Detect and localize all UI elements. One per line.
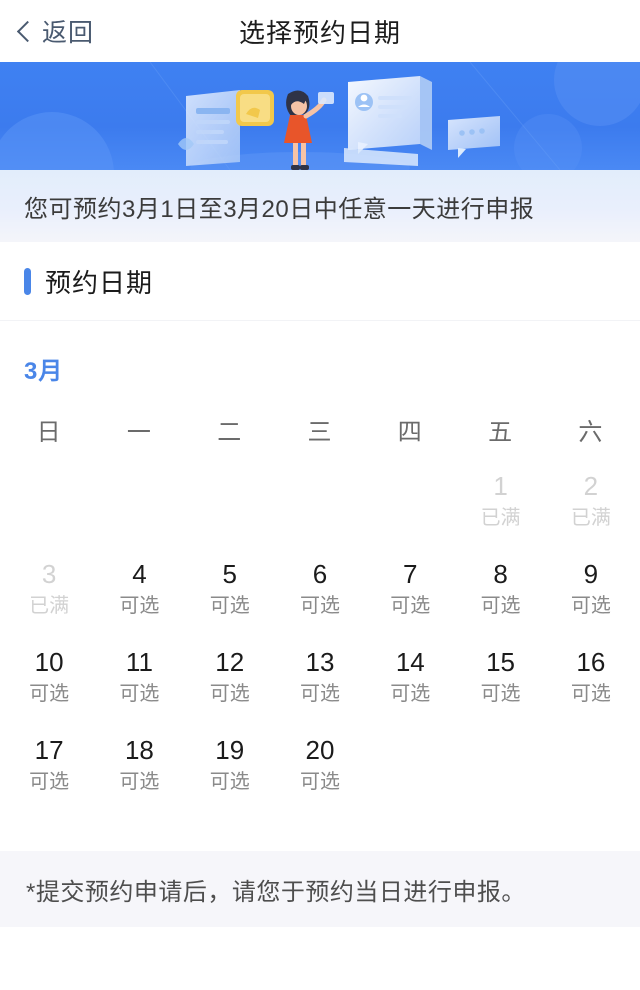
calendar-day-number: 20	[305, 734, 335, 765]
weekday-header-0: 日	[36, 419, 62, 446]
calendar-day-12[interactable]: 12 可选	[185, 633, 275, 721]
banner-illustration	[0, 62, 640, 170]
calendar-day-number: 1	[493, 470, 508, 501]
calendar-day-15[interactable]: 15 可选	[455, 633, 545, 721]
calendar-day-status: 可选	[119, 683, 160, 706]
calendar-day-number: 14	[395, 646, 425, 677]
back-button-label: 返回	[42, 19, 95, 47]
calendar-day-status: 可选	[299, 595, 340, 618]
back-button[interactable]: 返回	[16, 0, 95, 62]
weekday-header-5: 五	[488, 419, 514, 446]
calendar-day-11[interactable]: 11 可选	[94, 633, 184, 721]
calendar-day-status: 已满	[29, 595, 70, 618]
calendar-day-number: 8	[493, 558, 508, 589]
calendar-day-status: 可选	[390, 595, 431, 618]
calendar-day-number: 15	[486, 646, 516, 677]
month-label: 3月	[24, 358, 64, 385]
chevron-left-icon	[16, 20, 39, 42]
calendar-day-number: 11	[125, 646, 153, 677]
calendar-day-grid: 1 已满 2 已满 3 已满 4 可选 5 可选 6 可选 7 可选 8 可选 9 可选 10 可选 11 可选 12 可选 1…	[0, 457, 640, 809]
calendar-day-number: 16	[576, 646, 606, 677]
appointment-date-screen: 返回 选择预约日期 您可预约3月1日至3月20日中任意一天进行申报 预约日期 3…	[0, 0, 640, 990]
calendar-day-14[interactable]: 14 可选	[365, 633, 455, 721]
calendar-day-number: 5	[222, 558, 237, 589]
calendar-day-10[interactable]: 10 可选	[4, 633, 94, 721]
calendar-day-status: 可选	[390, 683, 431, 706]
calendar-day-number: 9	[583, 558, 599, 589]
calendar-day-17[interactable]: 17 可选	[4, 721, 94, 809]
calendar-day-4[interactable]: 4 可选	[94, 545, 184, 633]
calendar-day-status: 可选	[209, 771, 250, 794]
calendar-day-status: 可选	[299, 683, 340, 706]
calendar-day-number: 12	[215, 646, 245, 677]
weekday-header-6: 六	[578, 419, 604, 446]
calendar-day-status: 可选	[209, 683, 250, 706]
calendar-day-1: 1 已满	[455, 457, 545, 545]
calendar-day-status: 可选	[29, 771, 70, 794]
section-header: 预约日期	[0, 242, 640, 321]
footer-note: *提交预约申请后，请您于预约当日进行申报。	[26, 878, 526, 906]
calendar-day-number: 17	[34, 734, 64, 765]
card-bottom-spacer	[0, 809, 640, 851]
header-banner	[0, 62, 640, 170]
calendar-day-status: 已满	[480, 507, 521, 530]
info-band: 您可预约3月1日至3月20日中任意一天进行申报	[0, 170, 640, 242]
calendar-day-3: 3 已满	[4, 545, 94, 633]
weekday-header-1: 一	[126, 419, 152, 446]
folder-icon	[236, 90, 274, 126]
calendar-day-18[interactable]: 18 可选	[94, 721, 184, 809]
accent-bar	[24, 267, 31, 295]
calendar-day-number: 7	[403, 558, 418, 589]
calendar-day-2: 2 已满	[546, 457, 636, 545]
calendar-day-status: 可选	[570, 683, 611, 706]
weekday-header-2: 二	[217, 419, 243, 446]
info-text: 您可预约3月1日至3月20日中任意一天进行申报	[24, 195, 535, 223]
calendar-day-number: 4	[132, 558, 147, 589]
calendar-day-status: 可选	[299, 771, 340, 794]
calendar-day-20[interactable]: 20 可选	[275, 721, 365, 809]
calendar-card: 预约日期 3月 日 一 二 三 四 五 六 1 已满 2 已满 3 已满 4 可选 5 可选 6 可选 7 可选 8 可选…	[0, 242, 640, 851]
calendar-day-number: 6	[312, 558, 328, 589]
footer-note-bar: *提交预约申请后，请您于预约当日进行申报。	[0, 851, 640, 927]
calendar-day-status: 可选	[119, 595, 160, 618]
calendar-day-19[interactable]: 19 可选	[185, 721, 275, 809]
calendar-day-status: 可选	[29, 683, 70, 706]
section-title: 预约日期	[45, 267, 154, 298]
page-title: 选择预约日期	[238, 17, 401, 48]
calendar-day-number: 19	[215, 734, 245, 765]
calendar-day-number: 2	[583, 470, 599, 501]
calendar-day-5[interactable]: 5 可选	[185, 545, 275, 633]
calendar-day-9[interactable]: 9 可选	[546, 545, 636, 633]
calendar-day-number: 13	[305, 646, 335, 677]
calendar-day-13[interactable]: 13 可选	[275, 633, 365, 721]
weekday-header-4: 四	[397, 419, 423, 446]
calendar-day-status: 可选	[209, 595, 250, 618]
navigation-bar: 返回 选择预约日期	[0, 0, 640, 62]
weekday-header-3: 三	[307, 419, 333, 446]
calendar-day-status: 已满	[570, 507, 611, 530]
calendar-day-status: 可选	[119, 771, 160, 794]
calendar-day-16[interactable]: 16 可选	[546, 633, 636, 721]
calendar-day-number: 3	[41, 558, 57, 589]
calendar-day-7[interactable]: 7 可选	[365, 545, 455, 633]
calendar-day-number: 10	[34, 646, 64, 677]
calendar-day-status: 可选	[570, 595, 611, 618]
weekday-header-row: 日一二三四五六	[0, 386, 640, 457]
calendar-day-number: 18	[124, 734, 154, 765]
calendar-day-status: 可选	[480, 595, 521, 618]
calendar-day-8[interactable]: 8 可选	[455, 545, 545, 633]
calendar-day-6[interactable]: 6 可选	[275, 545, 365, 633]
calendar-day-status: 可选	[480, 683, 521, 706]
